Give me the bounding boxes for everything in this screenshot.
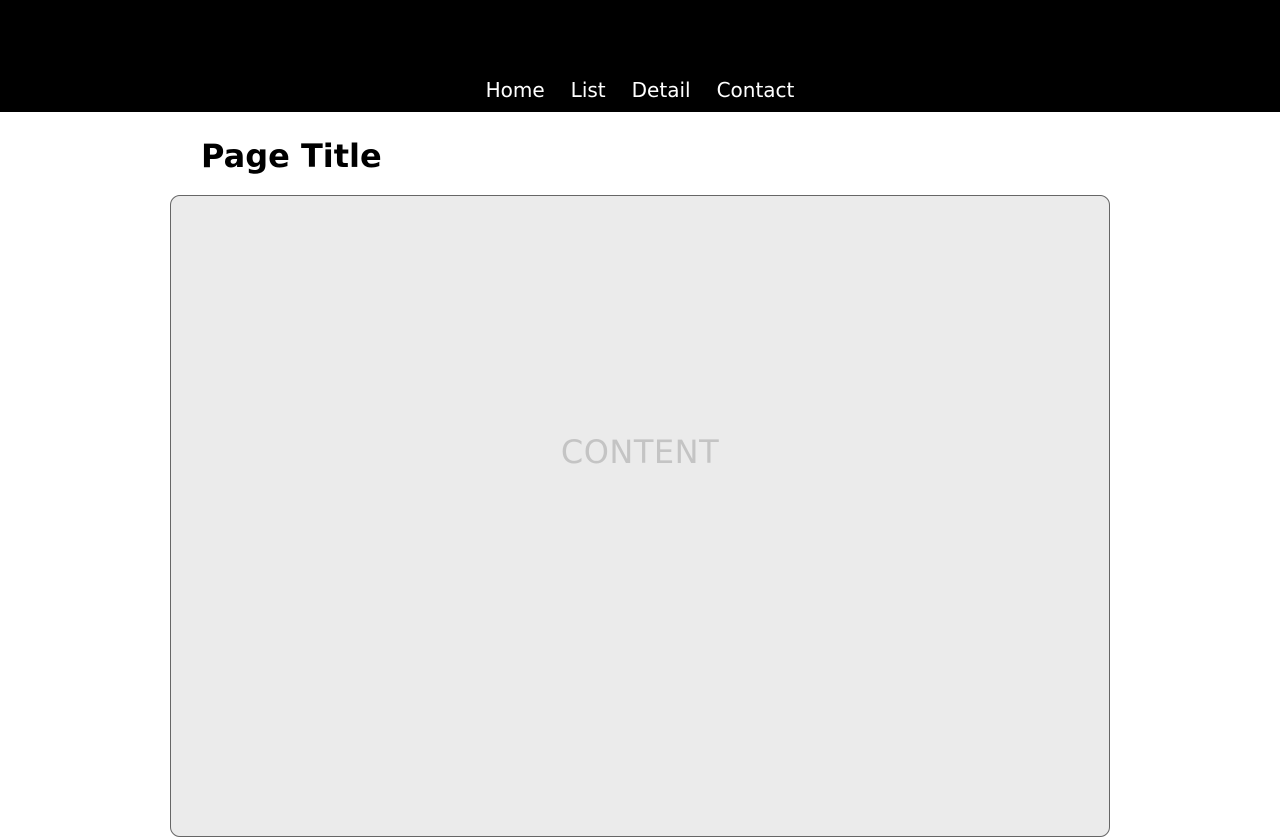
nav-home-link[interactable]: Home [486, 75, 545, 105]
nav-list-link[interactable]: List [571, 75, 606, 105]
main-nav: Home List Detail Contact [0, 75, 1280, 105]
page-title: Page Title [201, 137, 382, 175]
top-bar: Home List Detail Contact [0, 0, 1280, 112]
content-panel: CONTENT [170, 195, 1110, 837]
nav-contact-link[interactable]: Contact [717, 75, 795, 105]
content-placeholder: CONTENT [560, 433, 720, 471]
nav-detail-link[interactable]: Detail [632, 75, 691, 105]
